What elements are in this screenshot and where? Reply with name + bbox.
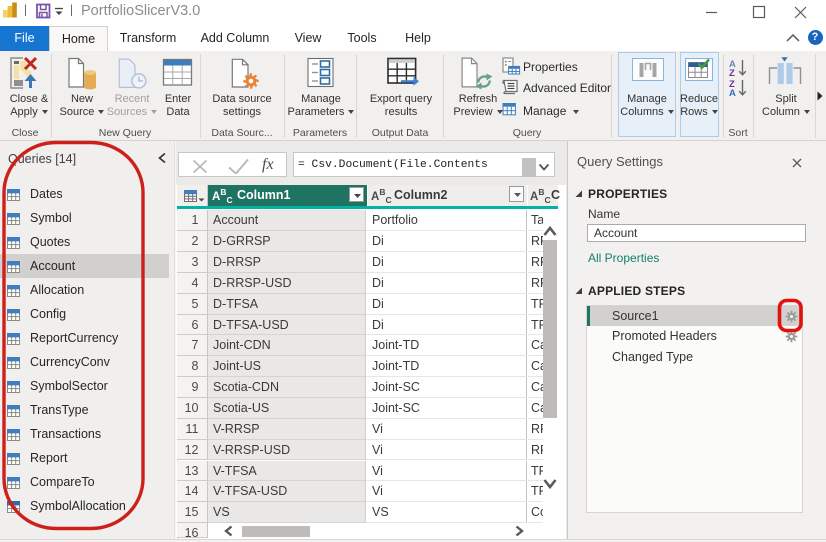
svg-text:A: A bbox=[729, 88, 736, 98]
svg-text:Z: Z bbox=[729, 68, 735, 79]
